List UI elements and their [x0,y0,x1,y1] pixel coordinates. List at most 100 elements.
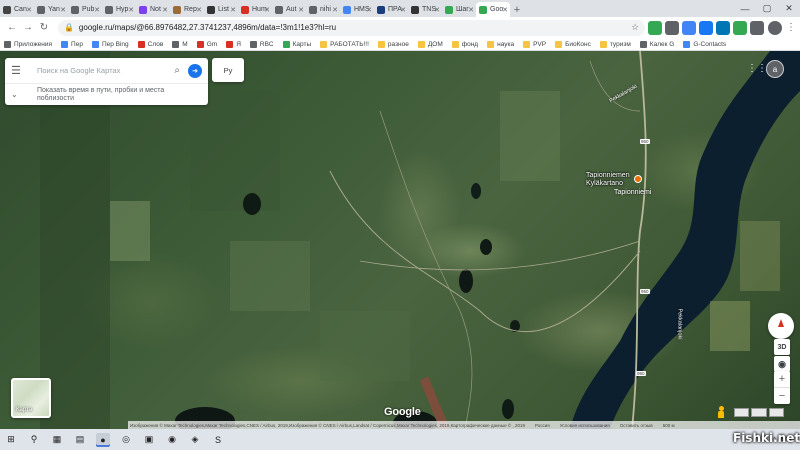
bookmark-item[interactable]: Gm [196,40,217,48]
bookmark-item[interactable]: Карты [282,40,311,48]
extension-icon[interactable] [750,20,765,35]
reload-icon[interactable]: ↻ [36,20,52,36]
search-icon[interactable]: ⌕ [174,65,180,76]
bookmark-item[interactable]: M [172,40,188,48]
browser-tab[interactable]: Not ✕ [136,2,170,17]
tab-close-icon[interactable]: ✕ [230,6,236,14]
language-selector[interactable]: Ру [212,58,244,82]
profile-avatar[interactable] [768,20,783,35]
place-label[interactable]: Tapionniemen Kyläkartano [586,172,630,188]
search-input[interactable]: Поиск на Google Картах [37,66,174,75]
skype-icon[interactable]: S [211,433,225,447]
new-tab-button[interactable]: + [510,2,524,17]
chrome-icon[interactable]: ● [96,432,110,447]
extension-icon[interactable] [648,20,663,35]
bookmark-item[interactable]: туризм [599,40,631,48]
directions-icon[interactable]: ➜ [188,63,202,78]
tab-close-icon[interactable]: ✕ [400,6,406,14]
browser-tab[interactable]: Aut ✕ [272,2,306,17]
pegman-icon[interactable] [717,406,725,418]
browser-tab[interactable]: ПРА ✕ [374,2,408,17]
browser-tab[interactable]: HMS ✕ [340,2,374,17]
bookmark-item[interactable]: ДОМ [417,40,443,48]
tilt-3d-button[interactable]: 3D [774,339,790,355]
tab-close-icon[interactable]: ✕ [196,6,202,14]
browser-tab[interactable]: List ✕ [204,2,238,17]
address-bar[interactable]: 🔒 google.ru/maps/@66.8976482,27.3741237,… [57,19,646,36]
bookmark-item[interactable]: G-Contacts [683,40,726,48]
bookmark-item[interactable]: БиоКонс [555,40,591,48]
close-window-icon[interactable]: ✕ [778,0,800,17]
tab-close-icon[interactable]: ✕ [94,6,100,14]
place-pin-icon[interactable] [634,175,642,183]
back-icon[interactable]: ← [4,20,20,36]
more-menu-icon[interactable]: ⋮ [786,22,796,33]
browser-tab[interactable]: Yan ✕ [34,2,68,17]
my-location-icon[interactable]: ◉ [774,356,790,372]
calculator-icon[interactable]: ▤ [73,433,87,447]
tab-close-icon[interactable]: ✕ [128,6,134,14]
compass-icon[interactable] [768,313,794,339]
extension-icon[interactable] [665,20,680,35]
browser-tab[interactable]: Pub ✕ [68,2,102,17]
tab-close-icon[interactable]: ✕ [468,6,474,14]
attribution-item[interactable]: Условия использования [560,423,610,428]
viber-icon[interactable]: ◉ [165,433,179,447]
zoom-out-icon[interactable]: − [774,388,790,404]
extension-icon[interactable] [716,20,731,35]
bookmark-item[interactable]: Я [226,40,241,48]
app-icon[interactable]: ◈ [188,433,202,447]
tab-close-icon[interactable]: ✕ [60,6,66,14]
zoom-in-icon[interactable]: + [774,371,790,387]
travel-time-hint[interactable]: ⌄ Показать время в пути, пробки и места … [5,84,208,105]
attribution-item[interactable]: Россия [535,423,550,428]
tab-close-icon[interactable]: ✕ [264,6,270,14]
tab-close-icon[interactable]: ✕ [502,6,508,14]
bookmark-star-icon[interactable]: ☆ [631,22,639,33]
tab-close-icon[interactable]: ✕ [26,6,32,14]
bookmark-item[interactable]: RBC [249,40,274,48]
browser-tab[interactable]: Can ✕ [0,2,34,17]
attribution-item[interactable]: Оставить отзыв [620,423,653,428]
browser-tab[interactable]: Шаг ✕ [442,2,476,17]
bookmark-item[interactable]: Пер [61,40,83,48]
browser-tab[interactable]: Goo ✕ [476,2,510,17]
browser-tab[interactable]: TNS ✕ [408,2,442,17]
app-icon[interactable]: ◎ [119,433,133,447]
bookmark-item[interactable]: Калек G [639,40,674,48]
extension-icon[interactable] [682,20,697,35]
browser-tab[interactable]: Hyp ✕ [102,2,136,17]
attribution-item[interactable]: 500 м [663,423,675,428]
start-icon[interactable]: ⊞ [4,433,18,447]
tab-close-icon[interactable]: ✕ [332,6,338,14]
bookmark-item[interactable]: наука [487,40,514,48]
bookmark-item[interactable]: Пер Bing [91,40,129,48]
tab-close-icon[interactable]: ✕ [162,6,168,14]
bookmark-item[interactable]: PVP [523,40,546,48]
layer-switcher[interactable]: Карта [11,378,51,418]
tab-close-icon[interactable]: ✕ [434,6,440,14]
account-avatar[interactable]: a [766,60,784,78]
browser-tab[interactable]: Hum ✕ [238,2,272,17]
extension-icon[interactable] [699,20,714,35]
forward-icon[interactable]: → [20,20,36,36]
satellite-map[interactable]: Pekkalanjoki 950 950 950 Pekkalanjoki [0,51,800,429]
search-icon[interactable]: ⚲ [27,433,41,447]
app-icon[interactable]: ▣ [142,433,156,447]
bookmark-item[interactable]: РАБОТАТЬ!!! [320,40,369,48]
apps-grid-icon[interactable]: ⋮⋮⋮ [747,64,777,74]
task-view-icon[interactable]: ▦ [50,433,64,447]
browser-tab[interactable]: nihi ✕ [306,2,340,17]
extension-icon[interactable] [733,20,748,35]
imagery-thumbnails[interactable] [734,408,784,417]
bookmark-item[interactable]: Приложения [4,40,52,48]
bookmark-item[interactable]: разное [377,40,409,48]
menu-icon[interactable]: ☰ [11,64,25,77]
browser-tab[interactable]: Rep ✕ [170,2,204,17]
tab-close-icon[interactable]: ✕ [366,6,372,14]
bookmark-item[interactable]: Слов [137,40,163,48]
place-label-small[interactable]: Tapionniemi [614,189,651,196]
tab-close-icon[interactable]: ✕ [298,6,304,14]
bookmark-item[interactable]: фонд [451,40,478,48]
maximize-icon[interactable]: ▢ [756,0,778,17]
